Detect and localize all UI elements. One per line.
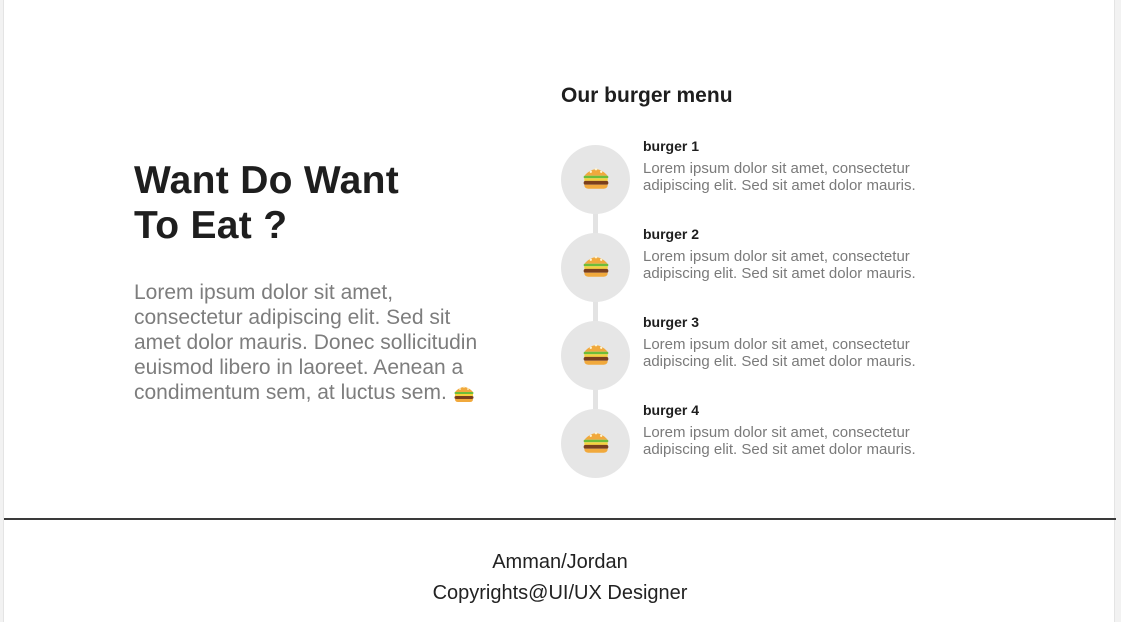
menu-item-description-line-1: Lorem ipsum dolor sit amet, consectetur — [643, 336, 910, 353]
menu-title: Our burger menu — [561, 84, 733, 107]
hero-title-line-2: To Eat ? — [134, 204, 288, 247]
footer-copyright: Copyrights@UI/UX Designer — [432, 582, 688, 604]
menu-item-description-line-2: adipiscing elit. Sed sit amet dolor maur… — [643, 441, 916, 458]
menu-item-description-line-2: adipiscing elit. Sed sit amet dolor maur… — [643, 353, 916, 370]
footer-location: Amman/Jordan — [492, 551, 628, 573]
menu-item-burger-3[interactable]: burger 3 Lorem ipsum dolor sit amet, con… — [561, 314, 961, 391]
menu-item-icon-circle — [561, 145, 630, 214]
menu-item-icon-circle — [561, 233, 630, 302]
menu-item-description-line-1: Lorem ipsum dolor sit amet, consectetur — [643, 248, 910, 265]
hero-description-text: Lorem ipsum dolor sit amet, consectetur … — [134, 281, 478, 404]
hero-description: Lorem ipsum dolor sit amet, consectetur … — [134, 280, 479, 409]
burger-icon — [581, 428, 611, 459]
footer-divider — [4, 518, 1116, 520]
hero-title: Want Do Want To Eat ? — [134, 158, 399, 248]
menu-item-description: Lorem ipsum dolor sit amet, consectetur … — [643, 160, 943, 194]
menu-item-name: burger 4 — [643, 402, 700, 418]
burger-icon — [581, 252, 611, 283]
hero-title-line-1: Want Do Want — [134, 159, 399, 202]
menu-item-icon-circle — [561, 321, 630, 390]
burger-icon — [581, 340, 611, 371]
burger-icon — [581, 164, 611, 195]
menu-item-icon-circle — [561, 409, 630, 478]
menu-item-burger-1[interactable]: burger 1 Lorem ipsum dolor sit amet, con… — [561, 138, 961, 215]
menu-item-description-line-2: adipiscing elit. Sed sit amet dolor maur… — [643, 177, 916, 194]
menu-item-description: Lorem ipsum dolor sit amet, consectetur … — [643, 248, 943, 282]
menu-item-name: burger 2 — [643, 226, 700, 242]
menu-item-description-line-2: adipiscing elit. Sed sit amet dolor maur… — [643, 265, 916, 282]
menu-item-description: Lorem ipsum dolor sit amet, consectetur … — [643, 336, 943, 370]
menu-item-name: burger 1 — [643, 138, 700, 154]
menu-item-description-line-1: Lorem ipsum dolor sit amet, consectetur — [643, 424, 910, 441]
menu-item-name: burger 3 — [643, 314, 700, 330]
burger-icon — [453, 383, 475, 409]
menu-item-burger-4[interactable]: burger 4 Lorem ipsum dolor sit amet, con… — [561, 402, 961, 479]
timeline-connector — [593, 180, 598, 444]
menu-item-description: Lorem ipsum dolor sit amet, consectetur … — [643, 424, 943, 458]
page: Want Do Want To Eat ? Lorem ipsum dolor … — [3, 0, 1116, 622]
menu-item-burger-2[interactable]: burger 2 Lorem ipsum dolor sit amet, con… — [561, 226, 961, 303]
menu-item-description-line-1: Lorem ipsum dolor sit amet, consectetur — [643, 160, 910, 177]
